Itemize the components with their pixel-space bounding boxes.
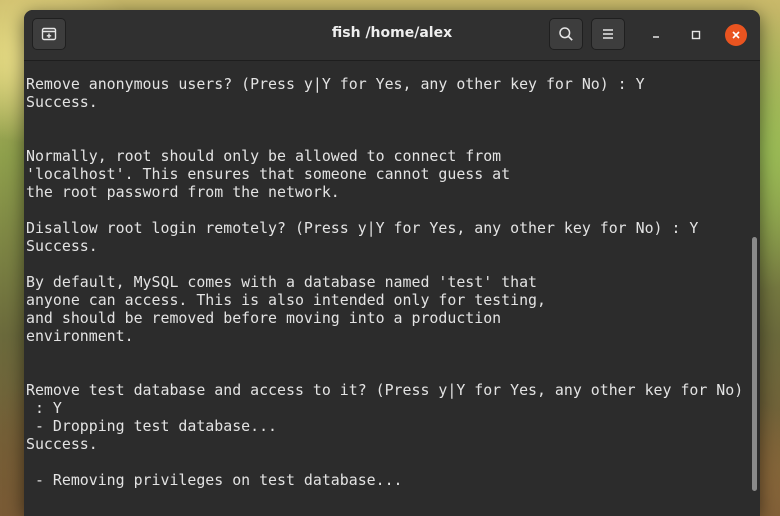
scrollbar[interactable] bbox=[752, 237, 757, 491]
terminal-line: Remove test database and access to it? (… bbox=[26, 381, 744, 399]
terminal-line: 'localhost'. This ensures that someone c… bbox=[26, 165, 511, 183]
minimize-button[interactable] bbox=[645, 24, 667, 46]
maximize-icon bbox=[691, 30, 701, 40]
maximize-button[interactable] bbox=[685, 24, 707, 46]
menu-button[interactable] bbox=[591, 18, 625, 50]
close-icon bbox=[732, 31, 740, 39]
terminal-window: fish /home/alex Remove anonymous users? … bbox=[24, 10, 760, 516]
terminal-line: By default, MySQL comes with a database … bbox=[26, 273, 538, 291]
search-button[interactable] bbox=[549, 18, 583, 50]
terminal-line: the root password from the network. bbox=[26, 183, 340, 201]
hamburger-menu-icon bbox=[603, 29, 613, 39]
terminal-line: Disallow root login remotely? (Press y|Y… bbox=[26, 219, 699, 237]
terminal-line: Success. bbox=[26, 435, 98, 453]
terminal-line: Remove anonymous users? (Press y|Y for Y… bbox=[26, 75, 645, 93]
terminal-line: anyone can access. This is also intended… bbox=[26, 291, 546, 309]
title-bar[interactable]: fish /home/alex bbox=[24, 10, 760, 61]
terminal-line: Success. bbox=[26, 237, 98, 255]
terminal-line: - Removing privileges on test database..… bbox=[26, 471, 403, 489]
close-button[interactable] bbox=[725, 24, 747, 46]
terminal-line: and should be removed before moving into… bbox=[26, 309, 502, 327]
search-icon bbox=[559, 27, 573, 41]
terminal-line: Normally, root should only be allowed to… bbox=[26, 147, 502, 165]
terminal-line: : Y bbox=[26, 399, 62, 417]
terminal-output[interactable]: Remove anonymous users? (Press y|Y for Y… bbox=[24, 61, 760, 516]
terminal-line: environment. bbox=[26, 327, 134, 345]
terminal-line: Success. bbox=[26, 93, 98, 111]
minimize-icon bbox=[653, 36, 659, 38]
terminal-line: - Dropping test database... bbox=[26, 417, 278, 435]
